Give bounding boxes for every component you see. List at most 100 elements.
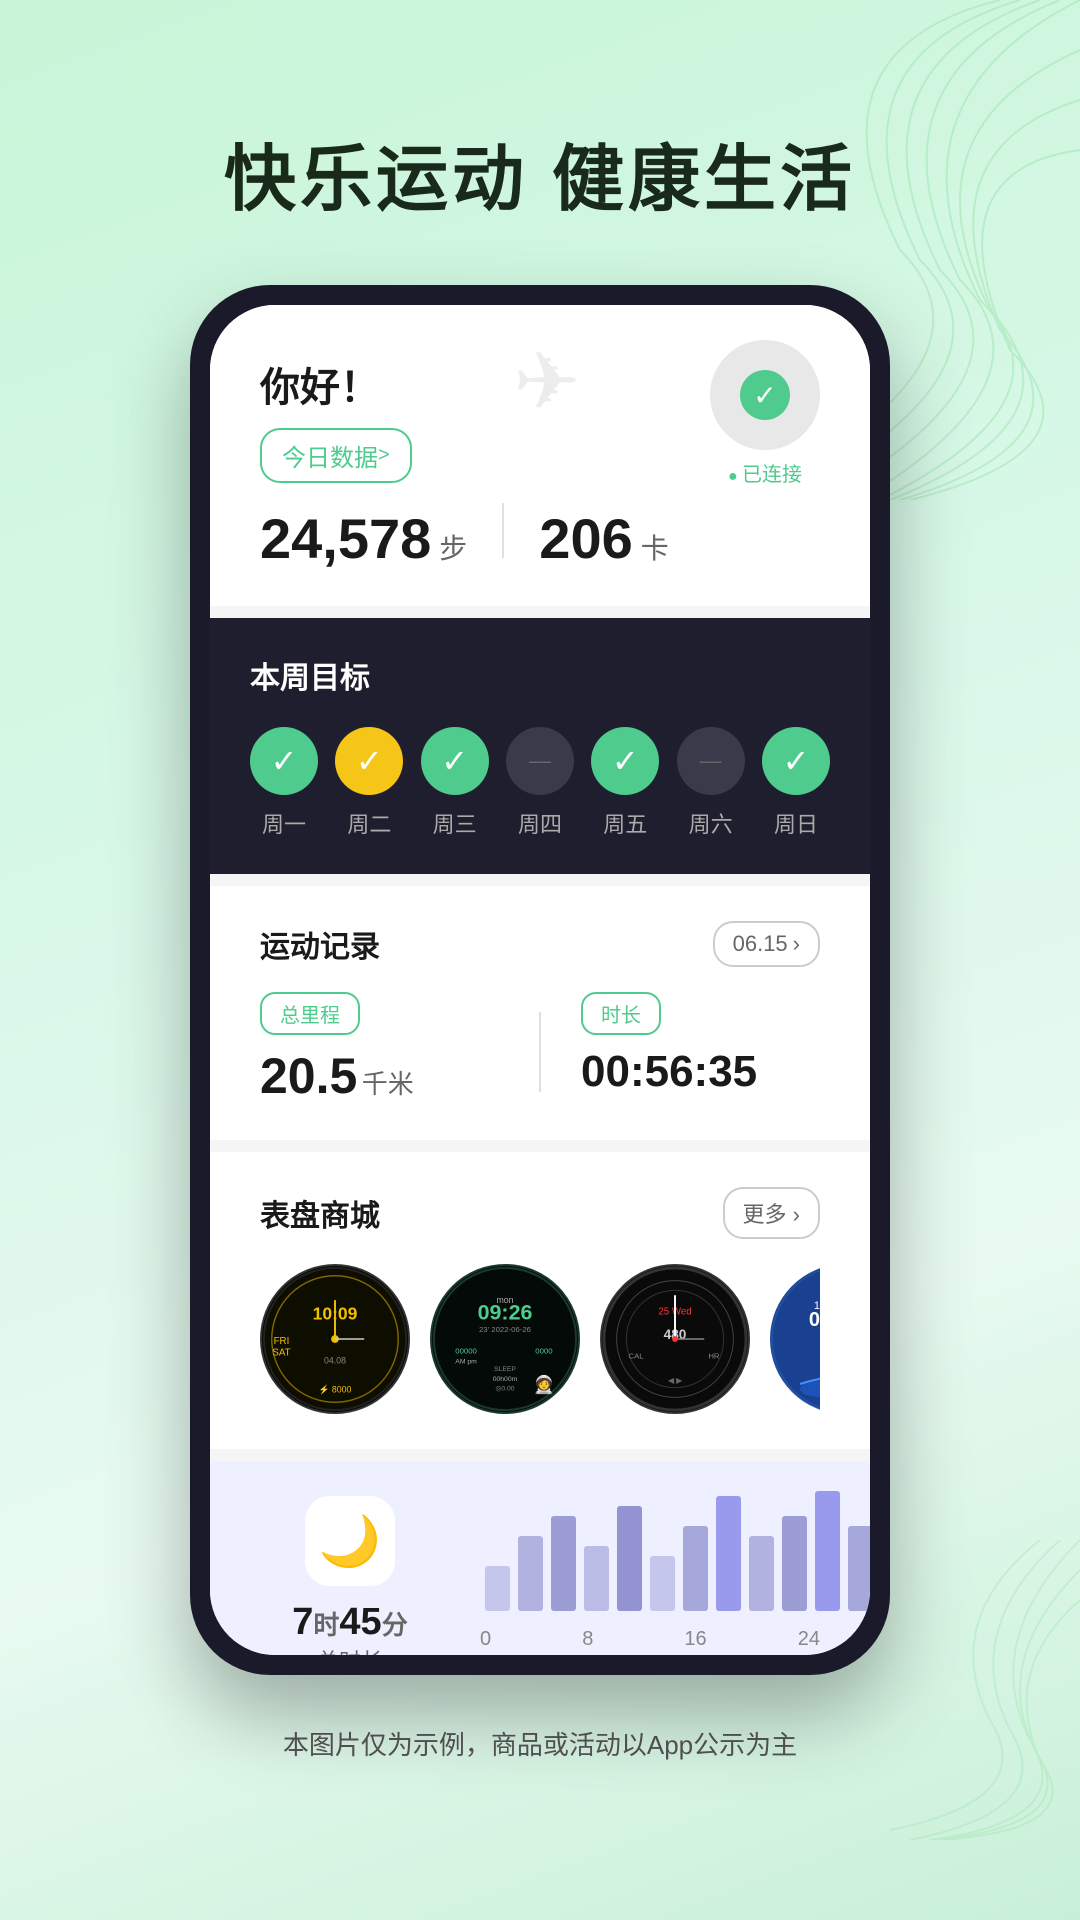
stats-row: 24,578 步 206 卡 bbox=[260, 503, 820, 571]
day-circle-sun: ✓ bbox=[762, 727, 830, 795]
exercise-date-text: 06.15 bbox=[733, 931, 788, 957]
exercise-date-arrow: › bbox=[793, 931, 800, 957]
watch-check-icon: ✓ bbox=[740, 370, 790, 420]
distance-number: 20.5 bbox=[260, 1048, 357, 1104]
svg-text:23' 2022-06-26: 23' 2022-06-26 bbox=[479, 1325, 531, 1334]
exercise-divider bbox=[539, 1012, 541, 1092]
more-arrow-icon: › bbox=[793, 1202, 800, 1227]
svg-text:00h00m: 00h00m bbox=[493, 1376, 518, 1383]
today-data-button[interactable]: 今日数据 bbox=[260, 428, 412, 483]
moon-icon: 🌙 bbox=[319, 1512, 381, 1571]
day-item-mon: ✓ 周一 bbox=[250, 727, 318, 839]
day-label-tue: 周二 bbox=[347, 807, 391, 839]
duration-number: 00:56:35 bbox=[581, 1047, 757, 1096]
watch-face-4[interactable]: 10 08 MON 06.26 🚀 bbox=[770, 1264, 820, 1414]
page-title: 快乐运动 健康生活 bbox=[0, 0, 1080, 285]
sleep-chart: 0 8 16 24 bbox=[480, 1521, 820, 1651]
connected-status: 已连接 bbox=[710, 458, 820, 487]
svg-text:CAL: CAL bbox=[629, 1351, 645, 1360]
svg-text:09:26: 09:26 bbox=[478, 1301, 533, 1325]
watch-faces-row: 10:09 FRI SAT 04.08 ⚡ 8000 bbox=[260, 1264, 820, 1414]
chart-label-24: 24 bbox=[798, 1628, 820, 1651]
watch-face-3[interactable]: 25 Wed 480 CAL HR ◀ ▶ bbox=[600, 1264, 750, 1414]
day-circle-mon: ✓ bbox=[250, 727, 318, 795]
day-label-wed: 周三 bbox=[433, 807, 477, 839]
watch-shop-section: 表盘商城 更多 › 10:09 FRI SAT bbox=[210, 1152, 870, 1449]
watch-face-1[interactable]: 10:09 FRI SAT 04.08 ⚡ 8000 bbox=[260, 1264, 410, 1414]
day-label-mon: 周一 bbox=[262, 807, 306, 839]
sleep-icon: 🌙 bbox=[305, 1496, 395, 1586]
day-item-sun: ✓ 周日 bbox=[762, 727, 830, 839]
bird-decoration: ✈ bbox=[513, 335, 580, 428]
svg-text:◎0.00: ◎0.00 bbox=[495, 1386, 514, 1393]
phone-screen: ✈ 你好！ 今日数据 24,578 步 206 卡 bbox=[210, 305, 870, 1655]
svg-text:FRI: FRI bbox=[274, 1336, 290, 1347]
svg-text:🧑‍🚀: 🧑‍🚀 bbox=[533, 1375, 555, 1395]
sleep-hours-unit: 时 bbox=[313, 1610, 339, 1640]
steps-unit: 步 bbox=[439, 527, 467, 567]
distance-unit: 千米 bbox=[362, 1069, 414, 1099]
day-item-wed: ✓ 周三 bbox=[421, 727, 489, 839]
svg-text:00000: 00000 bbox=[455, 1347, 477, 1356]
sleep-duration: 7时45分 bbox=[292, 1601, 407, 1644]
distance-stat: 总里程 20.5 千米 bbox=[260, 992, 499, 1105]
day-label-sun: 周日 bbox=[774, 807, 818, 839]
app-content: ✈ 你好！ 今日数据 24,578 步 206 卡 bbox=[210, 305, 870, 1655]
sleep-total-label: 总时长 bbox=[317, 1644, 383, 1655]
header-section: ✈ 你好！ 今日数据 24,578 步 206 卡 bbox=[210, 305, 870, 606]
exercise-date-badge[interactable]: 06.15 › bbox=[713, 921, 820, 967]
day-label-fri: 周五 bbox=[603, 807, 647, 839]
exercise-title: 运动记录 bbox=[260, 922, 380, 966]
svg-text:HR: HR bbox=[708, 1351, 720, 1360]
svg-text:08: 08 bbox=[809, 1309, 820, 1331]
svg-text:04.08: 04.08 bbox=[324, 1355, 346, 1365]
watch-icon: ✓ 已连接 bbox=[710, 340, 820, 487]
duration-value-row: 00:56:35 bbox=[581, 1047, 820, 1097]
day-circle-tue: ✓ bbox=[335, 727, 403, 795]
sleep-minutes: 45 bbox=[339, 1601, 381, 1643]
more-label: 更多 bbox=[743, 1202, 787, 1227]
svg-text:SAT: SAT bbox=[272, 1348, 290, 1359]
day-circle-sat: — bbox=[677, 727, 745, 795]
more-button[interactable]: 更多 › bbox=[723, 1187, 820, 1239]
sleep-hours: 7 bbox=[292, 1601, 313, 1643]
exercise-stats-row: 总里程 20.5 千米 时长 00:56:35 bbox=[260, 992, 820, 1105]
day-circle-thu: — bbox=[506, 727, 574, 795]
svg-text:SLEEP: SLEEP bbox=[494, 1366, 516, 1373]
sleep-minutes-unit: 分 bbox=[382, 1610, 408, 1640]
day-circle-wed: ✓ bbox=[421, 727, 489, 795]
days-row: ✓ 周一 ✓ 周二 ✓ 周三 — 周四 bbox=[250, 727, 830, 839]
steps-value: 24,578 bbox=[260, 506, 431, 571]
phone-mockup: ✈ 你好！ 今日数据 24,578 步 206 卡 bbox=[190, 285, 890, 1675]
day-circle-fri: ✓ bbox=[591, 727, 659, 795]
weekly-goals-section: 本周目标 ✓ 周一 ✓ 周二 ✓ 周三 — bbox=[210, 618, 870, 874]
chart-label-0: 0 bbox=[480, 1628, 491, 1651]
sleep-section: 🌙 7时45分 总时长 bbox=[210, 1461, 870, 1655]
day-label-sat: 周六 bbox=[689, 807, 733, 839]
distance-tag: 总里程 bbox=[260, 992, 360, 1035]
svg-text:◀ ▶: ◀ ▶ bbox=[668, 1376, 683, 1385]
exercise-record-section: 运动记录 06.15 › 总里程 20.5 千米 bbox=[210, 886, 870, 1140]
weekly-goals-title: 本周目标 bbox=[250, 653, 830, 697]
calories-block: 206 卡 bbox=[539, 506, 668, 571]
stats-divider bbox=[502, 503, 504, 558]
chart-label-8: 8 bbox=[582, 1628, 593, 1651]
svg-text:0000: 0000 bbox=[535, 1347, 553, 1356]
watch-face-2[interactable]: mon 09:26 23' 2022-06-26 00000 0000 AM p… bbox=[430, 1264, 580, 1414]
watch-circle: ✓ bbox=[710, 340, 820, 450]
sleep-left: 🌙 7时45分 总时长 bbox=[260, 1496, 440, 1655]
svg-text:⚡ 8000: ⚡ 8000 bbox=[319, 1385, 352, 1396]
distance-value-row: 20.5 千米 bbox=[260, 1047, 499, 1105]
calories-unit: 卡 bbox=[641, 527, 669, 567]
calories-value: 206 bbox=[539, 506, 632, 571]
chart-label-16: 16 bbox=[684, 1628, 706, 1651]
watch-shop-title: 表盘商城 bbox=[260, 1191, 380, 1235]
day-item-fri: ✓ 周五 bbox=[591, 727, 659, 839]
exercise-section-header: 运动记录 06.15 › bbox=[260, 921, 820, 967]
day-label-thu: 周四 bbox=[518, 807, 562, 839]
day-item-sat: — 周六 bbox=[677, 727, 745, 839]
steps-block: 24,578 步 bbox=[260, 506, 467, 571]
day-item-thu: — 周四 bbox=[506, 727, 574, 839]
svg-text:AM pm: AM pm bbox=[455, 1358, 477, 1365]
duration-tag: 时长 bbox=[581, 992, 661, 1035]
